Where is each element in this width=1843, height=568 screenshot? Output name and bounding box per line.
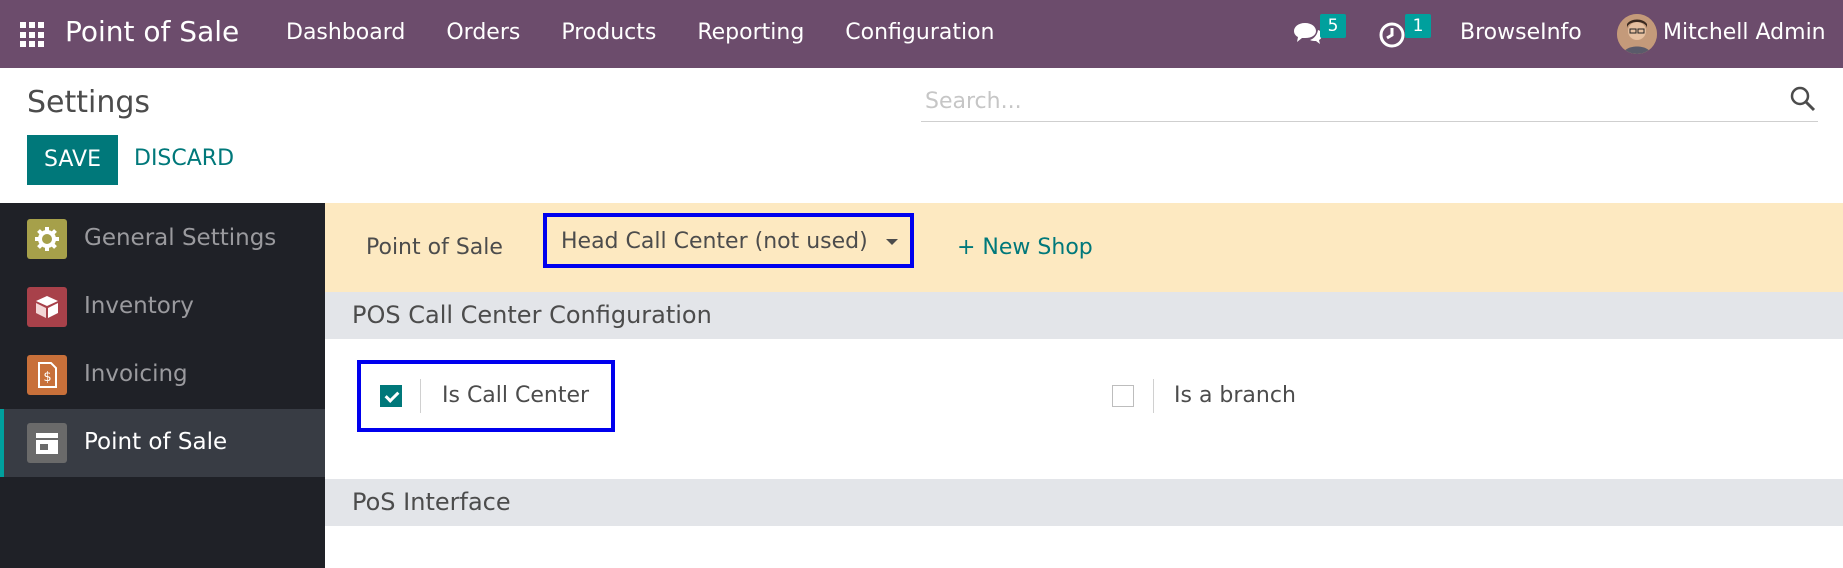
search-box [921, 80, 1818, 122]
section-title: POS Call Center Configuration [352, 301, 712, 329]
chevron-down-icon [886, 239, 898, 245]
main-menu: Dashboard Orders Products Reporting Conf… [286, 20, 1036, 45]
activities-count-badge: 1 [1405, 14, 1431, 38]
shop-selector-bar: Point of Sale Head Call Center (not used… [325, 203, 1843, 292]
divider [1153, 379, 1154, 413]
divider [420, 379, 421, 413]
is-branch-checkbox[interactable] [1112, 385, 1134, 407]
search-input[interactable] [925, 84, 1765, 118]
sidebar-item-general-settings[interactable]: General Settings [0, 205, 325, 273]
section-header-call-center: POS Call Center Configuration [325, 292, 1843, 339]
sidebar-item-label: Invoicing [84, 361, 188, 387]
shop-select[interactable]: Head Call Center (not used) [543, 213, 914, 268]
menu-item-configuration[interactable]: Configuration [845, 20, 994, 45]
menu-item-dashboard[interactable]: Dashboard [286, 20, 405, 45]
company-switcher[interactable]: BrowseInfo [1460, 20, 1582, 45]
shop-icon [27, 423, 67, 463]
user-menu[interactable]: Mitchell Admin [1663, 20, 1826, 45]
is-call-center-label: Is Call Center [442, 383, 590, 408]
search-icon[interactable] [1788, 84, 1818, 114]
svg-text:$: $ [43, 370, 51, 385]
user-avatar[interactable] [1617, 14, 1657, 54]
section-header-pos-interface: PoS Interface [325, 479, 1843, 526]
menu-item-orders[interactable]: Orders [446, 20, 520, 45]
messages-icon[interactable] [1293, 20, 1323, 48]
box-icon [27, 287, 67, 327]
is-branch-label: Is a branch [1174, 383, 1296, 408]
sidebar-item-invoicing[interactable]: $ Invoicing [0, 341, 325, 409]
sidebar-item-label: Inventory [84, 293, 194, 319]
sidebar-item-inventory[interactable]: Inventory [0, 273, 325, 341]
sidebar-item-label: General Settings [84, 225, 277, 251]
gear-icon [27, 219, 67, 259]
messages-count-badge: 5 [1320, 14, 1346, 38]
menu-item-products[interactable]: Products [561, 20, 656, 45]
sidebar-item-label: Point of Sale [84, 429, 228, 455]
new-shop-button[interactable]: + New Shop [957, 235, 1093, 260]
shop-label: Point of Sale [366, 235, 503, 260]
menu-item-reporting[interactable]: Reporting [697, 20, 804, 45]
top-navbar: Point of Sale Dashboard Orders Products … [0, 0, 1843, 68]
apps-grid-icon[interactable] [20, 22, 46, 48]
invoice-icon: $ [27, 355, 67, 395]
page-title: Settings [27, 85, 151, 120]
section-title: PoS Interface [352, 488, 511, 516]
save-button[interactable]: SAVE [27, 135, 118, 185]
sidebar-item-point-of-sale[interactable]: Point of Sale [0, 409, 325, 477]
shop-select-value: Head Call Center (not used) [561, 229, 868, 254]
discard-button[interactable]: DISCARD [134, 146, 234, 171]
app-title[interactable]: Point of Sale [65, 15, 239, 48]
is-call-center-checkbox[interactable] [380, 385, 402, 407]
settings-sidebar: General Settings Inventory $ Invoicing P… [0, 203, 325, 568]
activity-clock-icon[interactable] [1378, 20, 1408, 48]
settings-content: Point of Sale Head Call Center (not used… [325, 203, 1843, 568]
